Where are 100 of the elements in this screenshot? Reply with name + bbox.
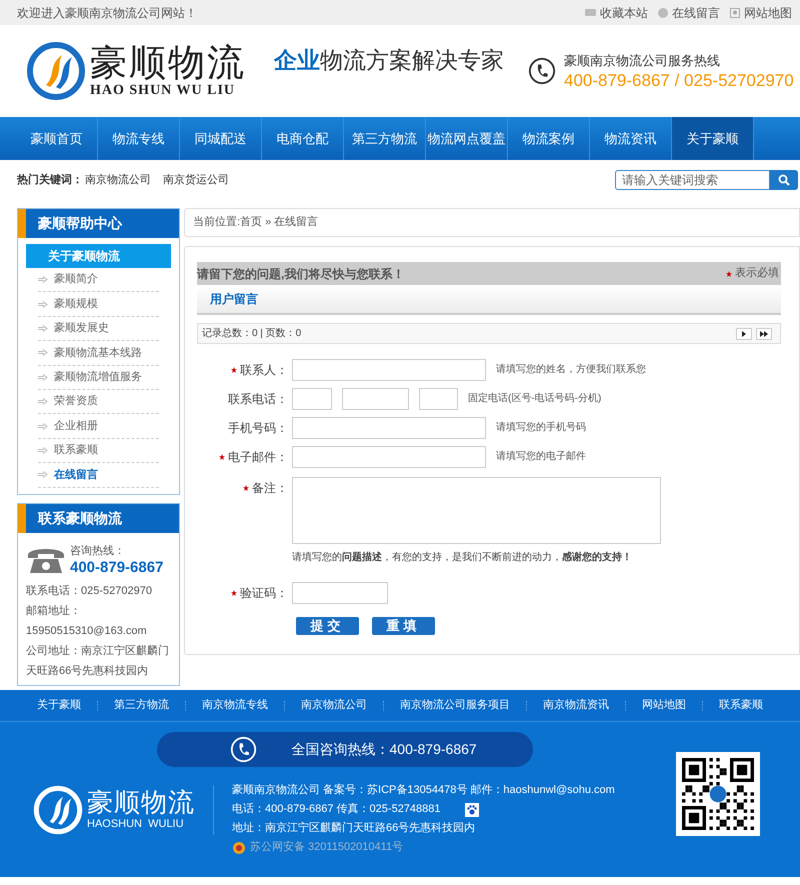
sidebar-link[interactable]: 企业相册: [54, 418, 98, 434]
slogan-text: 企业物流方案解决专家: [274, 46, 504, 73]
field-hint: 请填写您的电子邮件: [496, 450, 586, 464]
accent-bar: [18, 504, 26, 533]
police-badge-icon: [232, 840, 246, 854]
footer-link[interactable]: 南京物流资讯: [543, 697, 609, 714]
phone-icon: [230, 736, 256, 763]
hotline-label: 豪顺南京物流公司服务热线: [564, 52, 721, 70]
contact-text: 公司地址：南京江宁区麒麟门天旺路66号先惠科技园内: [26, 644, 170, 680]
breadcrumb: 当前位置:首页 » 在线留言: [192, 214, 318, 230]
arrow-icon: [38, 349, 48, 356]
top-link[interactable]: 网站地图: [730, 4, 792, 22]
footer-link[interactable]: 关于豪顺: [37, 697, 81, 714]
arrow-icon: [38, 276, 48, 284]
footer-info: 豪顺南京物流公司 备案号：苏ICP备13054478号 邮件：haoshunwl@sohu.com: [232, 782, 615, 798]
input-field[interactable]: [292, 582, 388, 604]
sidebar-link[interactable]: 豪顺发展史: [54, 320, 109, 337]
keyword-link[interactable]: 南京物流公司: [85, 172, 151, 188]
sidebar-link[interactable]: 豪顺物流增值服务: [54, 369, 142, 386]
footer-link[interactable]: 网站地图: [642, 697, 686, 714]
arrow-icon: [38, 300, 48, 308]
field-label: 联系人：: [240, 362, 288, 378]
keyword-link[interactable]: 南京货运公司: [163, 172, 229, 188]
sidebar-link[interactable]: 荣誉资质: [54, 393, 98, 410]
footer-logo-title: 豪顺物流: [87, 788, 195, 816]
arrow-icon: [38, 471, 48, 478]
remarks-field[interactable]: [292, 477, 661, 544]
input-field[interactable]: [292, 416, 486, 438]
nav-tab[interactable]: 豪顺首页: [16, 117, 98, 160]
hotline-text: 全国咨询热线：400-879-6867: [292, 740, 477, 759]
nav-tab[interactable]: 物流网点覆盖: [426, 117, 508, 160]
nav-tab[interactable]: 物流案例: [508, 117, 590, 160]
field-hint: 请填写您的姓名，方便我们联系您: [496, 362, 646, 377]
top-link[interactable]: 收藏本站: [585, 4, 648, 22]
panel-title: 联系豪顺物流: [26, 504, 179, 533]
qr-code-icon: [676, 752, 760, 836]
next-page-button[interactable]: [736, 328, 752, 340]
input-field[interactable]: [292, 358, 486, 380]
logo-icon: [26, 41, 86, 101]
field-label: 联系电话：: [228, 390, 288, 408]
message-tab[interactable]: 用户留言: [210, 290, 258, 308]
sidebar-link[interactable]: 在线留言: [54, 466, 98, 484]
field-hint: 固定电话(区号-电话号码-分机): [468, 392, 602, 406]
footer-info: 地址：南京江宁区麒麟门天旺路66号先惠科技园内: [232, 820, 476, 836]
field-hint: 请填写您的问题描述，有您的支持，是我们不断前进的动力，感谢您的支持！: [292, 550, 633, 565]
footer-link[interactable]: 南京物流专线: [202, 697, 268, 714]
contact-text: 邮箱地址：: [26, 604, 82, 620]
input-field[interactable]: [342, 388, 409, 410]
field-label: 手机号码：: [228, 420, 288, 436]
arrow-icon: [38, 374, 48, 381]
input-field[interactable]: [292, 388, 332, 410]
police-record: 苏公网安备 32011502010411号: [250, 840, 404, 855]
search-button[interactable]: [770, 170, 798, 190]
arrow-icon: [38, 398, 48, 406]
nav-tab[interactable]: 同城配送: [180, 117, 262, 160]
contact-text: 联系电话：025-52702970: [26, 584, 153, 600]
record-count: 记录总数：0 | 页数：0: [202, 326, 302, 341]
sidebar-link[interactable]: 豪顺规模: [54, 296, 98, 312]
required-icon: [218, 454, 225, 460]
last-page-button[interactable]: [756, 328, 772, 340]
input-field[interactable]: [292, 446, 486, 468]
play-icon: [742, 330, 746, 336]
contact-text: 15950515310@163.com: [26, 624, 148, 640]
sidebar-link[interactable]: 豪顺简介: [54, 271, 98, 288]
required-icon: [726, 270, 732, 276]
top-link[interactable]: 在线留言: [658, 4, 720, 22]
search-field[interactable]: 请输入关键词搜索: [615, 170, 770, 190]
nav-tab[interactable]: 关于豪顺: [672, 117, 754, 160]
arrow-icon: [38, 446, 48, 454]
required-icon: [230, 366, 237, 372]
field-label: 电子邮件：: [228, 448, 288, 466]
footer-link[interactable]: 南京物流公司服务项目: [400, 697, 510, 714]
logo-subtitle: HAO SHUN WU LIU: [90, 83, 236, 99]
arrow-icon: [38, 422, 48, 430]
arrow-icon: [38, 324, 48, 332]
sidebar-link[interactable]: 联系豪顺: [54, 442, 98, 459]
nav-tab[interactable]: 物流专线: [98, 117, 180, 160]
field-label: 备注：: [252, 480, 288, 497]
sidebar-link[interactable]: 豪顺物流基本线路: [54, 344, 142, 362]
fast-forward-icon: [760, 330, 768, 336]
banner-text: 请留下您的问题,我们将尽快与您联系！: [196, 266, 404, 282]
footer-link[interactable]: 第三方物流: [114, 697, 169, 714]
nav-tab[interactable]: 第三方物流: [344, 117, 426, 160]
field-hint: 请填写您的手机号码: [496, 420, 586, 435]
required-icon: [242, 485, 249, 491]
required-icon: [230, 590, 237, 596]
field-label: 验证码：: [240, 584, 288, 602]
footer-link[interactable]: 南京物流公司: [301, 697, 367, 714]
footer-info: 电话：400-879-6867 传真：025-52748881: [232, 802, 441, 817]
paw-icon: [464, 802, 479, 816]
form-button[interactable]: 重填: [372, 617, 435, 635]
footer-link[interactable]: 联系豪顺: [719, 697, 763, 714]
section-heading: 关于豪顺物流: [26, 244, 171, 268]
required-note: 表示必填: [735, 266, 779, 282]
input-field[interactable]: [418, 388, 458, 410]
hotline-number: 400-879-6867: [70, 559, 164, 578]
nav-tab[interactable]: 电商仓配: [262, 117, 344, 160]
logo-title: 豪顺物流: [90, 43, 246, 83]
search-icon: [778, 174, 790, 186]
form-button[interactable]: 提交: [296, 617, 359, 635]
